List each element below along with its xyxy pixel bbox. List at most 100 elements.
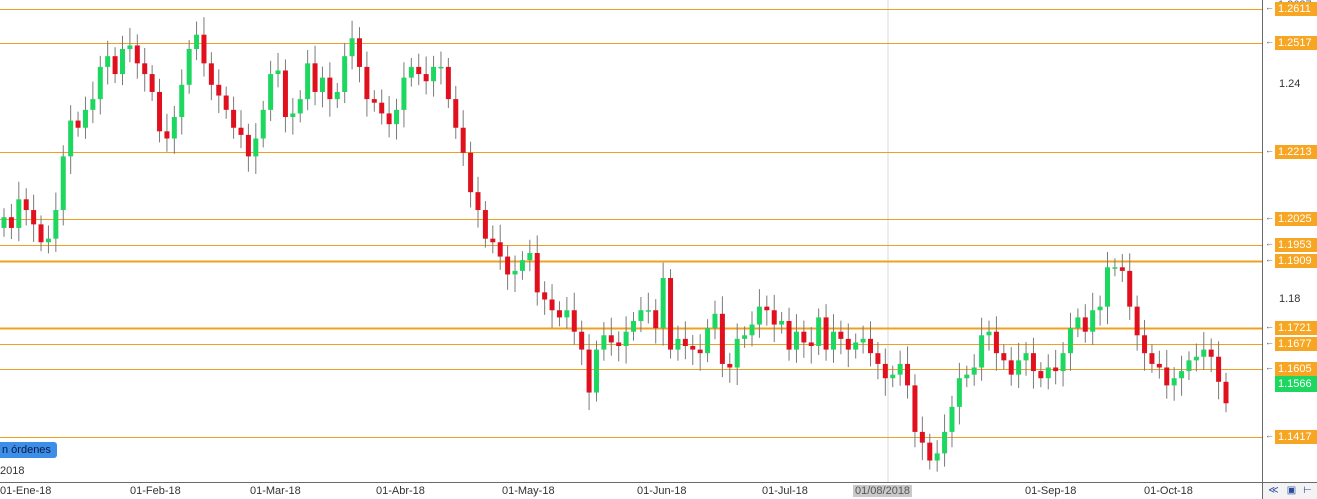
candle-down — [1127, 270, 1133, 307]
last-price-tag: 1.1566 — [1275, 376, 1317, 393]
time-axis[interactable]: 01-Ene-18 01-Feb-18 01-Mar-18 01-Abr-18 01-M… — [0, 482, 1262, 499]
x-tick-label: 01-Mar-18 — [250, 485, 301, 497]
candle-down — [475, 192, 481, 211]
candle-up — [105, 56, 111, 67]
candle-down — [245, 134, 251, 157]
candle-up — [645, 310, 651, 312]
candle-down — [927, 442, 933, 461]
level-price-tag: 1.2213 — [1275, 144, 1317, 159]
pin-icon[interactable]: ⊢ — [1301, 484, 1314, 497]
candle-down — [556, 310, 562, 318]
candle-up — [290, 113, 296, 118]
level-price-tag: 1.2517 — [1275, 35, 1317, 50]
candle-down — [542, 292, 548, 300]
candle-down — [1134, 306, 1140, 336]
axis-corner-controls: ≪ ▣ ⊢ — [1262, 482, 1317, 499]
candle-up — [60, 156, 66, 211]
y-tick-label: 1.24 — [1279, 77, 1301, 90]
candle-down — [993, 331, 999, 354]
level-arrow-icon: ← — [1265, 144, 1274, 155]
candle-up — [1112, 267, 1118, 269]
candle-up — [431, 66, 437, 82]
level-price-tag: 1.1677 — [1275, 336, 1317, 351]
candle-up — [334, 91, 340, 100]
candle-down — [1223, 381, 1229, 404]
candle-up — [253, 138, 259, 157]
candle-down — [149, 74, 155, 92]
candle-down — [468, 152, 474, 193]
candle-down — [653, 310, 659, 329]
candle-down — [157, 91, 163, 132]
candle-up — [1105, 267, 1111, 307]
candle-up — [349, 38, 355, 57]
candle-up — [1201, 349, 1207, 357]
level-price-tag: 1.1721 — [1275, 320, 1317, 335]
candle-down — [238, 127, 244, 135]
candle-up — [319, 77, 325, 92]
candle-down — [1156, 363, 1162, 368]
level-arrow-icon: ← — [1265, 35, 1274, 46]
candle-up — [119, 49, 125, 75]
candle-down — [282, 70, 288, 118]
candle-up — [897, 363, 903, 375]
candle-up — [1090, 310, 1096, 332]
candle-up — [1171, 378, 1177, 386]
candle-up — [631, 320, 637, 332]
x-tick-label: 01-Ene-18 — [0, 485, 52, 497]
candle-up — [971, 367, 977, 375]
y-tick-label: 1.18 — [1279, 292, 1301, 305]
level-arrow-icon: ← — [1265, 362, 1274, 373]
candle-down — [386, 113, 392, 125]
candle-up — [82, 109, 88, 128]
candle-up — [601, 335, 607, 350]
candle-up — [342, 56, 348, 92]
candle-down — [216, 84, 222, 96]
level-price-tag: 1.1417 — [1275, 429, 1317, 444]
chart-plot-area[interactable]: n órdenes 2018 — [0, 0, 1262, 482]
candle-up — [949, 406, 955, 432]
candle-down — [690, 346, 696, 350]
candle-down — [534, 252, 540, 293]
orders-badge[interactable]: n órdenes — [0, 442, 57, 458]
candle-down — [912, 385, 918, 432]
x-tick-label: 01/08/2018 — [853, 485, 913, 497]
candle-up — [53, 210, 59, 239]
candle-up — [660, 278, 666, 329]
candle-up — [779, 320, 785, 325]
candle-up — [90, 99, 96, 110]
candle-down — [453, 99, 459, 128]
candle-up — [68, 120, 74, 157]
candle-down — [364, 66, 370, 100]
candle-up — [519, 260, 525, 271]
candle-down — [1208, 349, 1214, 357]
candle-down — [875, 353, 881, 364]
candle-down — [327, 77, 333, 100]
candle-down — [1082, 317, 1088, 332]
candle-down — [423, 74, 429, 82]
price-axis[interactable]: 1.241.181.26371.2611←1.2517←1.2213←1.202… — [1262, 0, 1317, 482]
candle-down — [608, 335, 614, 343]
level-price-tag: 1.1909 — [1275, 253, 1317, 268]
candle-up — [638, 310, 644, 321]
candle-down — [38, 224, 44, 243]
candle-up — [1179, 371, 1185, 379]
candle-up — [45, 238, 51, 243]
candle-up — [16, 199, 22, 228]
candle-up — [1067, 328, 1073, 354]
candle-up — [830, 331, 836, 350]
level-arrow-icon: ← — [1265, 336, 1274, 347]
candle-down — [905, 363, 911, 386]
candle-down — [845, 338, 851, 350]
candle-up — [623, 331, 629, 347]
candle-up — [527, 252, 533, 261]
candle-down — [1030, 353, 1036, 372]
candle-up — [194, 34, 200, 50]
candle-up — [742, 335, 748, 339]
scroll-back-icon[interactable]: ≪ — [1267, 484, 1280, 497]
candle-down — [1149, 353, 1155, 364]
candle-down — [697, 349, 703, 354]
candle-down — [312, 63, 318, 92]
x-tick-label: 01-Jun-18 — [637, 485, 687, 497]
candle-down — [719, 313, 725, 364]
save-icon[interactable]: ▣ — [1285, 484, 1298, 497]
